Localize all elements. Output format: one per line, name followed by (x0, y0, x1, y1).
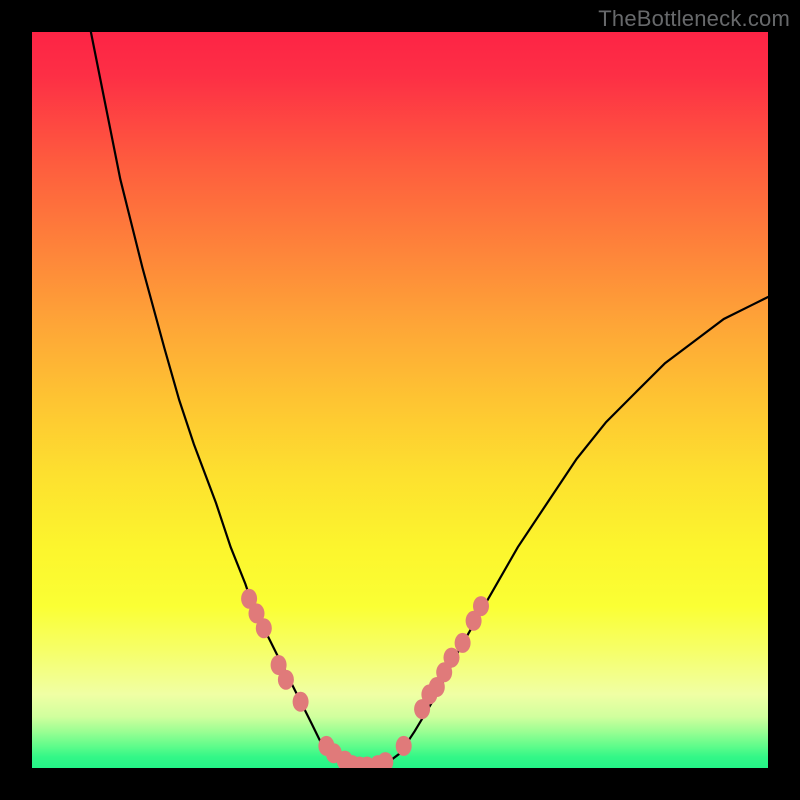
chart-frame: TheBottleneck.com (0, 0, 800, 800)
marker-dot (444, 648, 460, 668)
marker-cluster-bottom (344, 752, 393, 768)
marker-dot (455, 633, 471, 653)
marker-dot (396, 736, 412, 756)
plot-area (32, 32, 768, 768)
curve-layer (91, 32, 768, 768)
marker-dot (278, 670, 294, 690)
watermark-text: TheBottleneck.com (598, 6, 790, 32)
marker-dot (256, 618, 272, 638)
marker-dot (293, 692, 309, 712)
bottleneck-curve (91, 32, 768, 768)
marker-cluster-right (396, 596, 489, 756)
chart-svg (32, 32, 768, 768)
marker-dot (473, 596, 489, 616)
marker-cluster-left (241, 589, 353, 768)
marker-dot (377, 752, 393, 768)
